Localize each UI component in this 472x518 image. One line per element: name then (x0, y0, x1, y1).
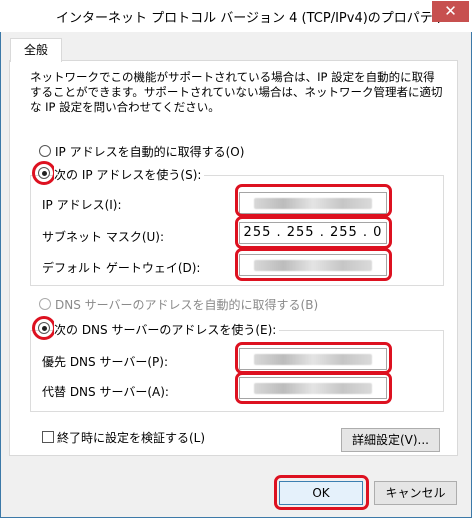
ip-manual-label[interactable]: 次の IP アドレスを使う(S): (54, 166, 205, 183)
close-icon: ✕ (444, 2, 457, 20)
dns-manual-radio-highlight (32, 316, 56, 340)
close-button[interactable]: ✕ (432, 1, 469, 22)
preferred-dns-label: 優先 DNS サーバー(P): (42, 355, 168, 369)
ok-button-highlight (274, 475, 369, 510)
cancel-button[interactable]: キャンセル (374, 481, 457, 505)
dns-manual-label[interactable]: 次の DNS サーバーのアドレスを使う(E): (54, 321, 280, 338)
ip-address-highlight (235, 184, 392, 217)
subnet-mask-label: サブネット マスク(U): (42, 230, 165, 244)
ip-auto-label[interactable]: IP アドレスを自動的に取得する(O) (55, 143, 244, 160)
advanced-settings-button[interactable]: 詳細設定(V)... (341, 428, 440, 452)
ip-manual-radio-highlight (32, 161, 56, 185)
validate-on-exit-checkbox[interactable] (42, 431, 54, 443)
validate-on-exit-label[interactable]: 終了時に設定を検証する(L) (57, 429, 205, 446)
ip-address-label: IP アドレス(I): (42, 198, 122, 212)
tab-general[interactable]: 全般 (10, 38, 62, 62)
subnet-mask-highlight (235, 216, 392, 249)
default-gateway-label: デフォルト ゲートウェイ(D): (42, 261, 201, 275)
window-title: インターネット プロトコル バージョン 4 (TCP/IPv4)のプロパティ (56, 11, 446, 26)
description-text: ネットワークでこの機能がサポートされている場合は、IP 設定を自動的に取得するこ… (30, 70, 443, 114)
ip-auto-radio[interactable] (39, 145, 51, 157)
alternate-dns-highlight (235, 372, 392, 404)
dns-auto-label: DNS サーバーのアドレスを自動的に取得する(B) (55, 298, 319, 312)
dns-auto-radio (39, 298, 51, 310)
default-gateway-highlight (235, 248, 392, 281)
alternate-dns-label: 代替 DNS サーバー(A): (42, 385, 169, 399)
tab-general-label: 全般 (23, 43, 48, 57)
preferred-dns-highlight (235, 342, 392, 374)
